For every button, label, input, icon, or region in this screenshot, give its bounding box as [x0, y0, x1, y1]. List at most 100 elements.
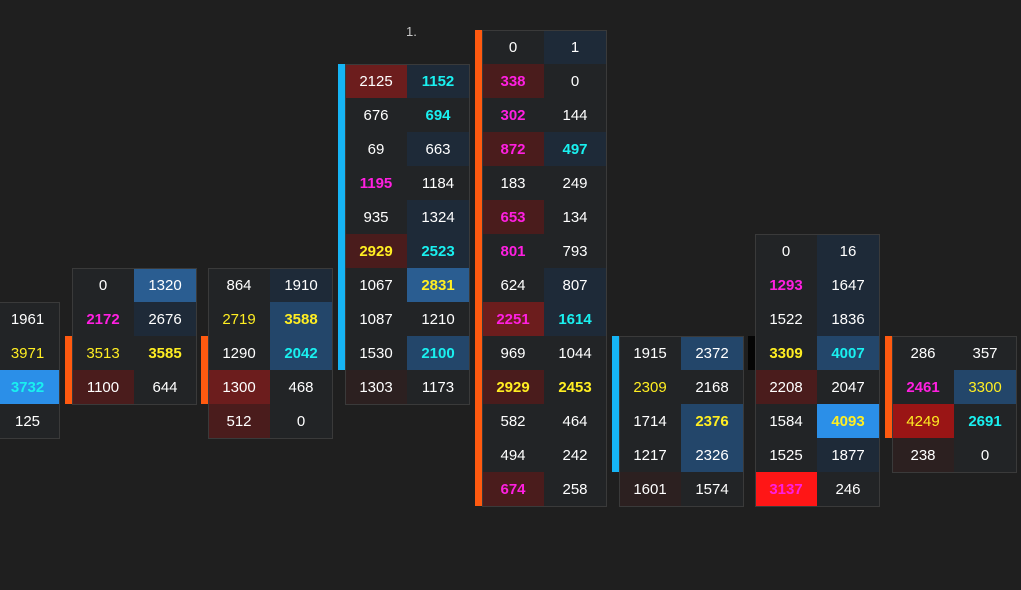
volume-cell: 1836	[817, 302, 879, 336]
volume-cell: 2929	[482, 370, 544, 404]
volume-cell: 1614	[544, 302, 606, 336]
volume-cell: 2042	[270, 336, 332, 370]
volume-cell: 2251	[482, 302, 544, 336]
volume-cell: 807	[544, 268, 606, 302]
volume-cell: 357	[954, 336, 1016, 370]
volume-cell: 246	[817, 472, 879, 506]
volume-cell: 1915	[619, 336, 681, 370]
volume-cell: 2100	[407, 336, 469, 370]
volume-cell: 1210	[407, 302, 469, 336]
volume-cell: 2719	[208, 302, 270, 336]
volume-cell: 1173	[407, 370, 469, 404]
volume-cell: 2453	[544, 370, 606, 404]
volume-cell: 497	[544, 132, 606, 166]
volume-cell: 3137	[755, 472, 817, 506]
volume-cell: 2831	[407, 268, 469, 302]
volume-cell: 468	[270, 370, 332, 404]
volume-cell: 464	[544, 404, 606, 438]
volume-cell: 249	[544, 166, 606, 200]
volume-cell: 1961	[0, 302, 59, 336]
volume-cell: 1714	[619, 404, 681, 438]
volume-cell: 674	[482, 472, 544, 506]
volume-cell: 694	[407, 98, 469, 132]
volume-cell: 2172	[72, 302, 134, 336]
volume-cell: 494	[482, 438, 544, 472]
volume-cell: 1647	[817, 268, 879, 302]
volume-cell: 3309	[755, 336, 817, 370]
volume-cell: 1184	[407, 166, 469, 200]
volume-cell: 0	[544, 64, 606, 98]
volume-cell: 3300	[954, 370, 1016, 404]
volume-cell: 3732	[0, 370, 59, 404]
volume-cell: 582	[482, 404, 544, 438]
volume-cell: 1044	[544, 336, 606, 370]
volume-cell: 125	[0, 404, 59, 438]
volume-cell: 2168	[681, 370, 743, 404]
volume-cell: 1087	[345, 302, 407, 336]
volume-cell: 242	[544, 438, 606, 472]
volume-cell: 2461	[892, 370, 954, 404]
volume-cell: 1300	[208, 370, 270, 404]
volume-cell: 2047	[817, 370, 879, 404]
volume-cell: 286	[892, 336, 954, 370]
volume-cell: 1910	[270, 268, 332, 302]
volume-cell: 512	[208, 404, 270, 438]
volume-cell: 2929	[345, 234, 407, 268]
volume-cell: 1525	[755, 438, 817, 472]
volume-cell: 663	[407, 132, 469, 166]
volume-cell: 2691	[954, 404, 1016, 438]
volume-cell: 16	[817, 234, 879, 268]
volume-cell: 69	[345, 132, 407, 166]
volume-cell: 3513	[72, 336, 134, 370]
volume-cell: 872	[482, 132, 544, 166]
volume-cell: 1290	[208, 336, 270, 370]
volume-cell: 1	[544, 30, 606, 64]
volume-cell: 4249	[892, 404, 954, 438]
volume-cell: 258	[544, 472, 606, 506]
volume-cell: 1217	[619, 438, 681, 472]
volume-cell: 238	[892, 438, 954, 472]
volume-cell: 653	[482, 200, 544, 234]
volume-cell: 183	[482, 166, 544, 200]
volume-cell: 2326	[681, 438, 743, 472]
volume-cell: 2208	[755, 370, 817, 404]
volume-cell: 338	[482, 64, 544, 98]
volume-cell: 2125	[345, 64, 407, 98]
volume-cell: 935	[345, 200, 407, 234]
volume-cell: 969	[482, 336, 544, 370]
volume-cell: 4007	[817, 336, 879, 370]
volume-cell: 302	[482, 98, 544, 132]
volume-cell: 0	[954, 438, 1016, 472]
volume-cell: 1067	[345, 268, 407, 302]
volume-cell: 864	[208, 268, 270, 302]
volume-cell: 1601	[619, 472, 681, 506]
volume-cell: 1324	[407, 200, 469, 234]
volume-cell: 0	[72, 268, 134, 302]
volume-cell: 144	[544, 98, 606, 132]
volume-cell: 3585	[134, 336, 196, 370]
volume-cell: 1877	[817, 438, 879, 472]
volume-cell: 0	[270, 404, 332, 438]
volume-cell: 1293	[755, 268, 817, 302]
volume-cell: 0	[755, 234, 817, 268]
volume-cell: 2309	[619, 370, 681, 404]
volume-cell: 624	[482, 268, 544, 302]
volume-cell: 793	[544, 234, 606, 268]
volume-cell: 2372	[681, 336, 743, 370]
volume-cell: 3588	[270, 302, 332, 336]
footprint-chart: 1. 1961 3971 3732 125 0 1320 2172 2676 3513 3585 1…	[0, 0, 1021, 590]
volume-cell: 4093	[817, 404, 879, 438]
chart-label: 1.	[406, 24, 417, 39]
volume-cell: 2523	[407, 234, 469, 268]
volume-cell: 1530	[345, 336, 407, 370]
volume-cell: 134	[544, 200, 606, 234]
volume-cell: 1100	[72, 370, 134, 404]
volume-cell: 1574	[681, 472, 743, 506]
volume-cell: 644	[134, 370, 196, 404]
volume-cell: 0	[482, 30, 544, 64]
volume-cell: 1522	[755, 302, 817, 336]
volume-cell: 1195	[345, 166, 407, 200]
volume-cell: 2676	[134, 302, 196, 336]
volume-cell: 3971	[0, 336, 59, 370]
volume-cell: 2376	[681, 404, 743, 438]
